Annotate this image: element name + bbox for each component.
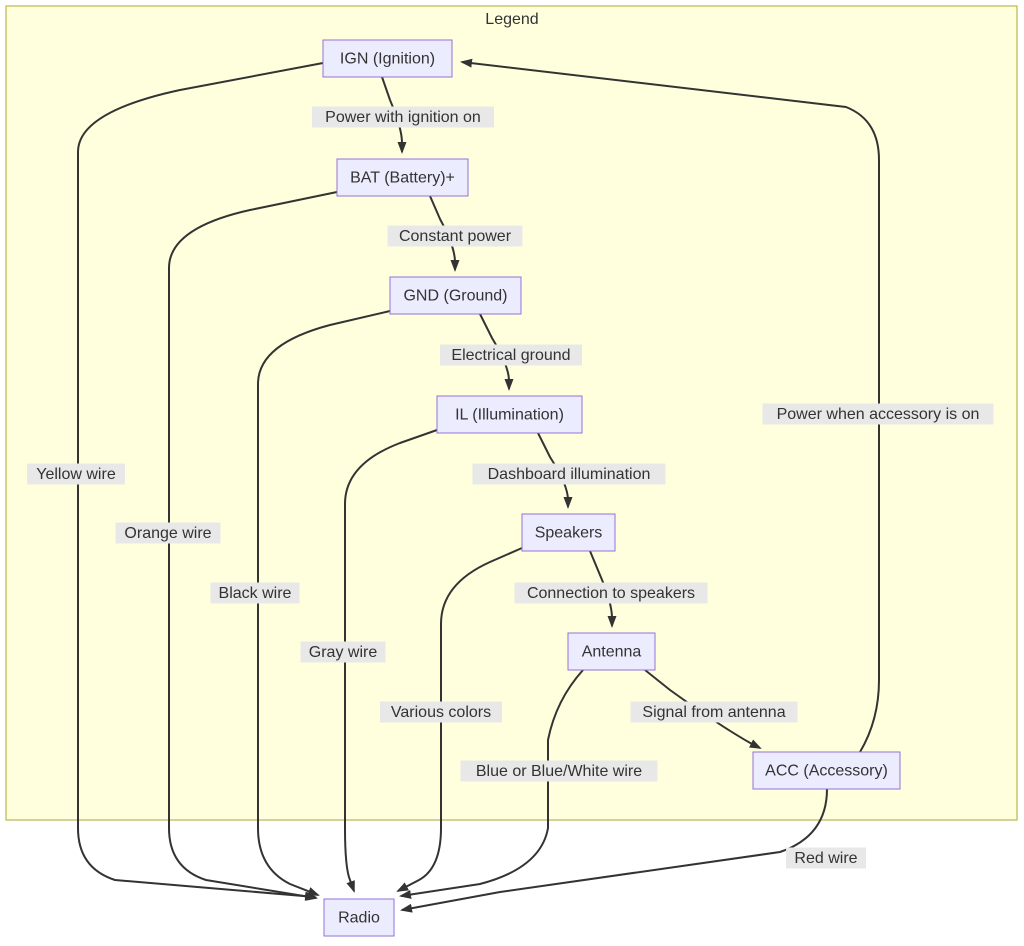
node-label-radio: Radio: [338, 910, 380, 927]
edge-label-text: Orange wire: [124, 525, 211, 542]
edge-label-text: Yellow wire: [36, 466, 116, 483]
edge-label-bat-radio: Orange wire: [115, 522, 221, 544]
node-bat[interactable]: BAT (Battery)+: [336, 158, 469, 197]
node-label-acc: ACC (Accessory): [765, 763, 888, 780]
edge-label-text: Constant power: [399, 228, 512, 245]
edge-label-text: Connection to speakers: [527, 585, 695, 602]
node-label-gnd: GND (Ground): [403, 288, 507, 305]
edge-label-ign-radio: Yellow wire: [27, 463, 125, 485]
edge-label-il-speakers: Dashboard illumination: [472, 463, 666, 485]
node-antenna[interactable]: Antenna: [567, 632, 656, 671]
node-label-antenna: Antenna: [582, 644, 642, 661]
edge-label-bat-gnd: Constant power: [387, 225, 523, 247]
node-acc[interactable]: ACC (Accessory): [752, 751, 901, 790]
edge-label-gnd-il: Electrical ground: [440, 344, 582, 366]
legend-cluster-title: Legend: [485, 11, 538, 28]
edge-label-ign-bat: Power with ignition on: [312, 106, 494, 128]
edge-label-gnd-radio: Black wire: [210, 582, 300, 604]
edge-label-acc-ign: Power when accessory is on: [762, 403, 994, 425]
edge-label-antenna-acc: Signal from antenna: [630, 701, 798, 723]
node-ign[interactable]: IGN (Ignition): [322, 39, 453, 78]
node-radio[interactable]: Radio: [323, 898, 395, 937]
edge-label-text: Black wire: [219, 585, 292, 602]
edge-label-text: Power when accessory is on: [777, 406, 980, 423]
edge-label-text: Gray wire: [309, 644, 378, 661]
edge-label-speakers-antenna: Connection to speakers: [514, 582, 708, 604]
edge-label-text: Electrical ground: [451, 347, 570, 364]
flowchart-canvas: Legend Power with ignition on Constant po…: [5, 5, 1018, 937]
flowchart-diagram: Legend Power with ignition on Constant po…: [0, 0, 1024, 946]
edge-label-il-radio: Gray wire: [300, 641, 386, 663]
node-label-ign: IGN (Ignition): [340, 51, 435, 68]
node-il[interactable]: IL (Illumination): [436, 395, 583, 434]
edge-label-text: Power with ignition on: [325, 109, 481, 126]
node-gnd[interactable]: GND (Ground): [389, 276, 522, 315]
edge-label-text: Various colors: [391, 704, 491, 721]
edge-label-text: Dashboard illumination: [488, 466, 651, 483]
edge-label-text: Red wire: [794, 850, 857, 867]
edge-label-antenna-radio: Blue or Blue/White wire: [460, 760, 658, 782]
node-label-il: IL (Illumination): [455, 407, 564, 424]
edge-label-text: Signal from antenna: [642, 704, 785, 721]
edge-label-text: Blue or Blue/White wire: [476, 763, 642, 780]
node-label-speakers: Speakers: [535, 525, 603, 542]
node-label-bat: BAT (Battery)+: [350, 170, 455, 187]
node-speakers[interactable]: Speakers: [521, 513, 616, 552]
edge-label-acc-radio: Red wire: [786, 847, 866, 869]
edge-label-speakers-radio: Various colors: [380, 701, 502, 723]
